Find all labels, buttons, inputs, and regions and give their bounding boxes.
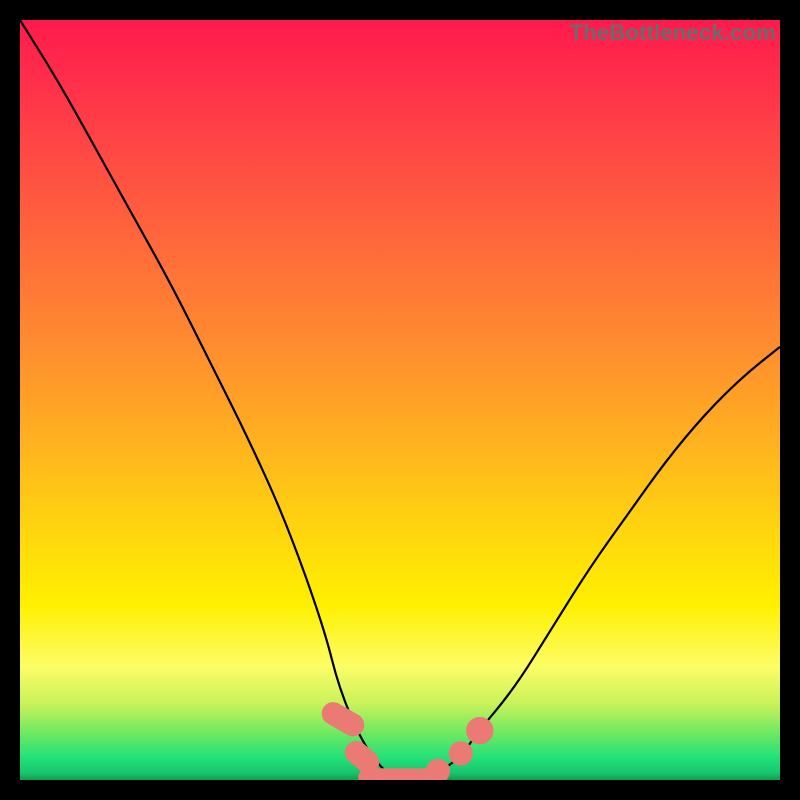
curve-marker-dot bbox=[426, 759, 450, 780]
curve-marker-pill bbox=[318, 698, 369, 741]
watermark-text: TheBottleneck.com bbox=[570, 20, 776, 46]
chart-svg bbox=[20, 20, 780, 780]
curve-marker-dot bbox=[466, 717, 493, 744]
bottleneck-curve bbox=[20, 20, 780, 780]
curve-markers bbox=[318, 698, 494, 780]
curve-marker-dot bbox=[449, 741, 473, 765]
chart-frame: TheBottleneck.com bbox=[20, 20, 780, 780]
